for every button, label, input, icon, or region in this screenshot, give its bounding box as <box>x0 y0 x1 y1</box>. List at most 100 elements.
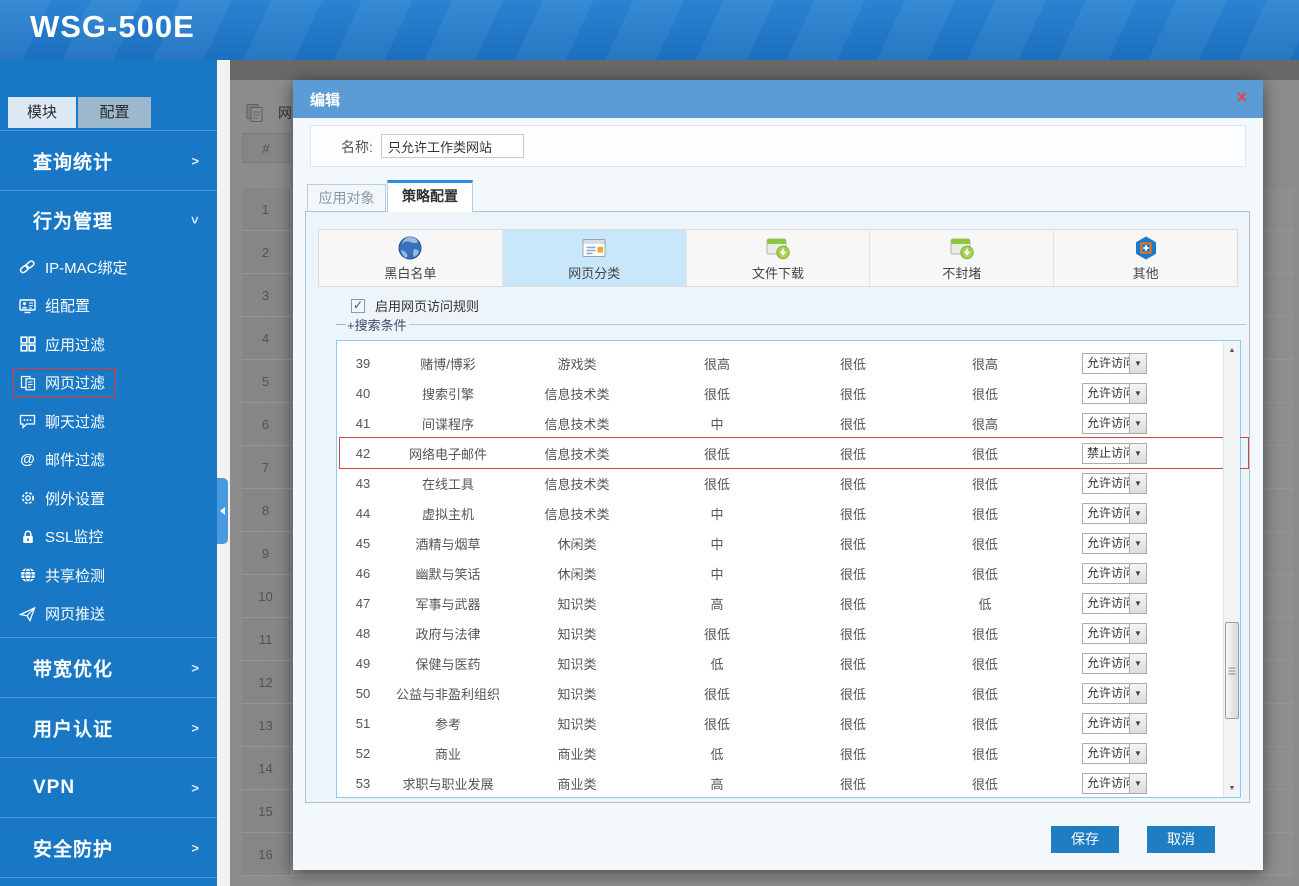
category-group: 知识类 <box>557 656 597 672</box>
action-select[interactable]: 允许访问▼ <box>1082 682 1147 704</box>
name-field-box: 名称: <box>310 125 1246 167</box>
sidebar-tabs: 模块 配置 <box>8 97 151 128</box>
sidebar-item-7[interactable]: SSL监控 <box>0 518 217 557</box>
sidebar-item-8[interactable]: 共享检测 <box>0 556 217 595</box>
chevron-down-icon[interactable]: ▼ <box>1129 593 1146 613</box>
category-group: 知识类 <box>557 686 597 702</box>
action-cell: 允许访问▼ <box>1051 412 1223 434</box>
sidebar-section-user-auth[interactable]: 用户认证 > <box>0 697 217 757</box>
risk-level-1: 中 <box>710 536 724 552</box>
sidebar-item-2[interactable]: 应用过滤 <box>0 325 217 364</box>
chevron-down-icon[interactable]: ▼ <box>1129 533 1146 553</box>
rule-number: 53 <box>355 775 371 791</box>
action-select[interactable]: 允许访问▼ <box>1082 352 1147 374</box>
sidebar-item-9[interactable]: 网页推送 <box>0 595 217 634</box>
chevron-down-icon[interactable]: ▼ <box>1129 353 1146 373</box>
sidebar-section-behavior-mgmt[interactable]: 行为管理 > <box>0 190 217 248</box>
risk-level-3: 很低 <box>971 776 998 792</box>
action-select[interactable]: 允许访问▼ <box>1082 562 1147 584</box>
risk-level-1: 很高 <box>703 356 730 372</box>
sidebar-item-3[interactable]: 网页过滤 <box>0 364 217 403</box>
action-select[interactable]: 允许访问▼ <box>1082 472 1147 494</box>
enable-web-rule-label: 启用网页访问规则 <box>375 299 480 314</box>
action-select-value: 允许访问 <box>1087 595 1129 610</box>
risk-level-2: 很低 <box>839 746 866 762</box>
scroll-down-arrow-icon[interactable]: ▼ <box>1224 780 1240 796</box>
chevron-down-icon[interactable]: ▼ <box>1129 773 1146 793</box>
scrollbar-thumb[interactable] <box>1225 622 1239 719</box>
risk-level-3: 很低 <box>971 656 998 672</box>
enable-web-rule-checkbox[interactable] <box>351 298 365 313</box>
table-scrollbar[interactable]: ▲ ▼ <box>1223 341 1240 797</box>
action-select[interactable]: 允许访问▼ <box>1082 772 1147 794</box>
sidebar-collapse-handle[interactable] <box>217 478 228 544</box>
action-select[interactable]: 允许访问▼ <box>1082 412 1147 434</box>
sidebar-tab-modules[interactable]: 模块 <box>8 97 76 128</box>
action-select[interactable]: 允许访问▼ <box>1082 742 1147 764</box>
tab-policy-config[interactable]: 策略配置 <box>387 180 473 212</box>
chevron-down-icon[interactable]: ▼ <box>1129 683 1146 703</box>
policy-tab-file-download[interactable]: 文件下载 <box>687 230 871 286</box>
rule-number: 51 <box>355 715 371 731</box>
chevron-down-icon[interactable]: ▼ <box>1129 623 1146 643</box>
policy-tab-label: 文件下载 <box>751 266 804 281</box>
search-conditions-label[interactable]: +搜索条件 <box>347 315 407 334</box>
chevron-down-icon[interactable]: ▼ <box>1129 743 1146 763</box>
chevron-down-icon[interactable]: ▼ <box>1129 713 1146 733</box>
risk-level-1: 中 <box>710 566 724 582</box>
save-button[interactable]: 保存 <box>1051 826 1119 853</box>
action-select[interactable]: 允许访问▼ <box>1082 652 1147 674</box>
category-name: 搜索引擎 <box>421 386 474 402</box>
action-cell: 允许访问▼ <box>1051 502 1223 524</box>
risk-level-1: 很低 <box>703 476 730 492</box>
sidebar-item-0[interactable]: IP-MAC绑定 <box>0 248 217 287</box>
action-select[interactable]: 允许访问▼ <box>1082 622 1147 644</box>
sidebar-section-vpn[interactable]: VPN > <box>0 757 217 817</box>
category-name: 虚拟主机 <box>421 506 474 522</box>
tab-apply-objects[interactable]: 应用对象 <box>307 184 386 213</box>
action-select[interactable]: 允许访问▼ <box>1082 592 1147 614</box>
chevron-down-icon[interactable]: ▼ <box>1129 383 1146 403</box>
sidebar-item-4[interactable]: 聊天过滤 <box>0 402 217 441</box>
sidebar-item-wrap: SSL监控 <box>13 522 114 551</box>
sidebar-section-security[interactable]: 安全防护 > <box>0 817 217 877</box>
cancel-button[interactable]: 取消 <box>1147 826 1215 853</box>
action-select[interactable]: 禁止访问▼ <box>1082 442 1147 464</box>
sidebar-submenu: IP-MAC绑定 组配置 应用过滤 网页过滤 聊天过滤 @ 邮件过滤 例外设置 SSL监控共享检… <box>0 248 217 633</box>
policy-tab-other[interactable]: 其他 <box>1054 230 1237 286</box>
chevron-down-icon[interactable]: ▼ <box>1129 443 1146 463</box>
close-icon[interactable]: × <box>1236 88 1247 106</box>
rule-number: 47 <box>355 595 371 611</box>
risk-level-2: 很低 <box>839 446 866 462</box>
sidebar-item-5[interactable]: @ 邮件过滤 <box>0 441 217 480</box>
chevron-down-icon[interactable]: ▼ <box>1129 473 1146 493</box>
policy-tab-web-categories[interactable]: 网页分类 <box>502 230 687 286</box>
scroll-up-arrow-icon[interactable]: ▲ <box>1224 342 1240 358</box>
action-select[interactable]: 允许访问▼ <box>1082 502 1147 524</box>
policy-tab-no-block[interactable]: 不封堵 <box>870 230 1055 286</box>
sidebar-section-bandwidth[interactable]: 带宽优化 > <box>0 637 217 697</box>
action-select[interactable]: 允许访问▼ <box>1082 382 1147 404</box>
chevron-down-icon[interactable]: ▼ <box>1129 653 1146 673</box>
policy-tab-blackwhite-list[interactable]: 黑白名单 <box>319 230 503 286</box>
chevron-down-icon[interactable]: ▼ <box>1129 503 1146 523</box>
sidebar-item-6[interactable]: 例外设置 <box>0 479 217 518</box>
risk-level-1: 低 <box>710 746 724 762</box>
chevron-down-icon[interactable]: ▼ <box>1129 563 1146 583</box>
action-select[interactable]: 允许访问▼ <box>1082 712 1147 734</box>
sidebar-item-label: 邮件过滤 <box>45 452 106 470</box>
sidebar-section-query-stats[interactable]: 查询统计 > <box>0 130 217 190</box>
action-select[interactable]: 允许访问▼ <box>1082 532 1147 554</box>
risk-level-2: 很低 <box>839 356 866 372</box>
category-name: 政府与法律 <box>415 626 481 642</box>
name-input[interactable] <box>381 134 524 158</box>
sidebar-tab-config[interactable]: 配置 <box>78 97 151 128</box>
category-rule-row: 46 幽默与笑话 休闲类 中 很低 很低 允许访问▼ <box>337 558 1223 588</box>
chevron-down-icon[interactable]: ▼ <box>1129 413 1146 433</box>
category-rule-row: 53 求职与职业发展 商业类 高 很低 很低 允许访问▼ <box>337 768 1223 798</box>
risk-level-3: 很低 <box>971 476 998 492</box>
grid-icon <box>18 336 37 353</box>
sidebar-item-1[interactable]: 组配置 <box>0 287 217 326</box>
risk-level-3: 很低 <box>971 746 998 762</box>
category-name: 在线工具 <box>421 476 474 492</box>
